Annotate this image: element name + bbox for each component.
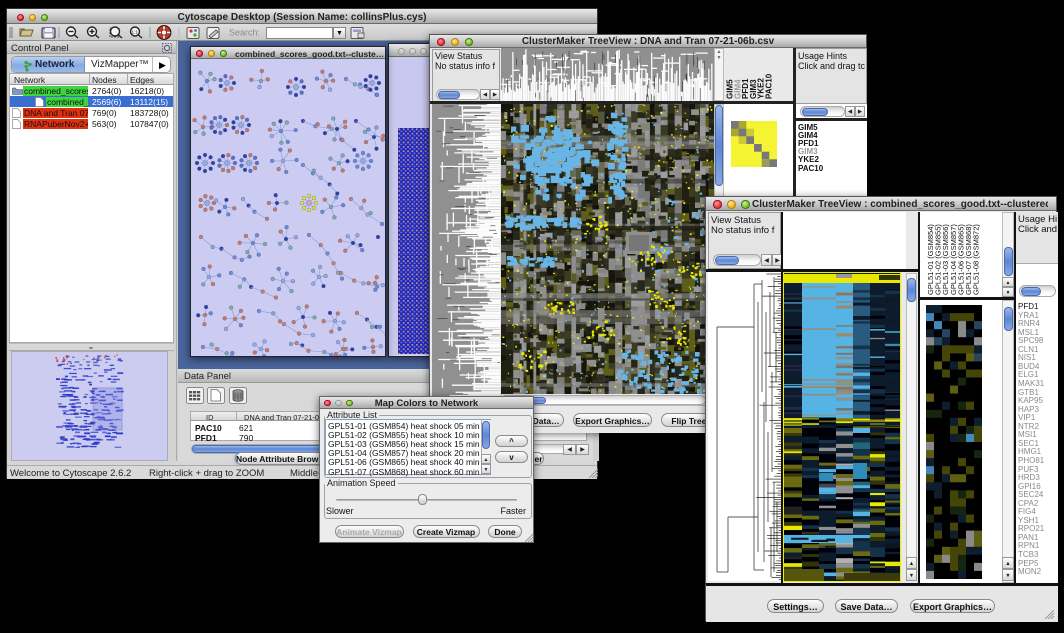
svg-text:1:1: 1:1: [132, 30, 139, 35]
svg-text:Search:: Search:: [229, 28, 260, 38]
svg-text:PAC10: PAC10: [765, 73, 774, 99]
